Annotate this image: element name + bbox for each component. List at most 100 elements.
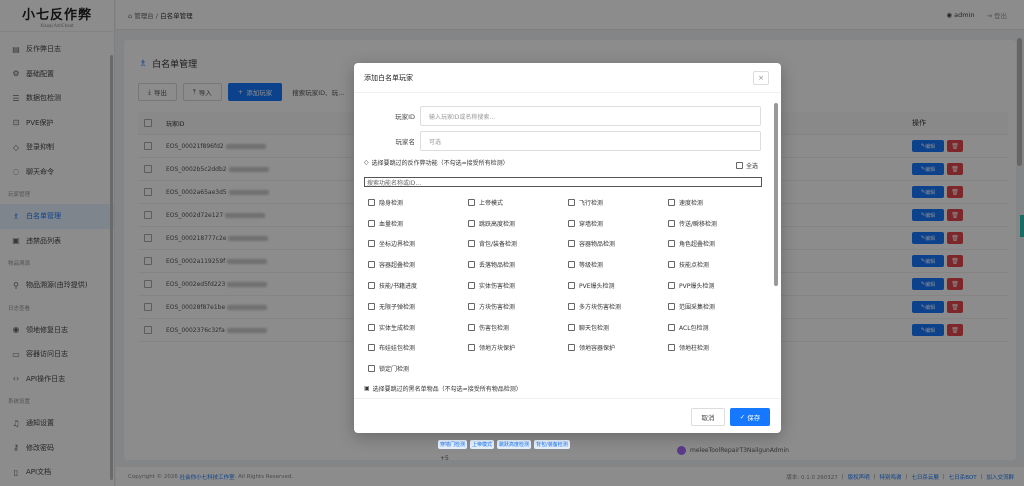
feature-checkbox[interactable] [368,302,375,310]
select-all[interactable]: 全选 [735,161,758,170]
items-label: ▣ 选择要跳过的黑名单物品（不勾选=接受所有物品检测） [364,384,522,393]
feature-option[interactable]: 传送/瞬移检测 [668,213,768,234]
feature-search-input[interactable]: 搜索功能名称或ID... [364,177,762,187]
feature-label: 聊天包检测 [579,324,610,332]
feature-checkbox[interactable] [368,240,375,248]
feature-option[interactable]: 上帝模式 [468,192,568,213]
feature-option[interactable]: 方块伤害检测 [468,296,568,317]
feature-option[interactable]: 血量检测 [368,213,468,234]
feature-option[interactable]: ACL包检测 [668,317,768,338]
feature-checkbox[interactable] [668,261,675,269]
feature-option[interactable]: 布娃娃包检测 [368,338,468,359]
feature-label: 实体生成检测 [379,324,416,332]
feature-option[interactable]: 技能/书籍进度 [368,275,468,296]
feature-checkbox[interactable] [368,282,375,290]
feature-option[interactable]: 领地方块保护 [468,338,568,359]
modal-footer: 取消 ✓ 保存 [354,398,781,433]
feature-checkbox[interactable] [468,261,475,269]
feature-option[interactable]: 技能点检测 [668,254,768,275]
player-name-row: 玩家名 可选 [354,131,781,151]
feature-option[interactable]: 容器超叠检测 [368,254,468,275]
feature-label: 无限子弹检测 [379,303,416,311]
shield-icon: ◇ [364,159,369,166]
feature-label: 实体伤害检测 [479,283,516,291]
feature-option[interactable]: 角色超叠检测 [668,234,768,255]
feature-checkbox[interactable] [668,344,675,352]
feature-option[interactable]: 隐身检测 [368,192,468,213]
feature-checkbox[interactable] [568,219,575,227]
feature-checkbox[interactable] [468,302,475,310]
feature-checkbox[interactable] [368,323,375,331]
player-id-input[interactable]: 输入玩家ID或名称搜索... [420,106,761,126]
feature-option[interactable]: 飞行检测 [568,192,668,213]
feature-label: 方块伤害检测 [479,303,516,311]
feature-checkbox[interactable] [568,198,575,206]
feature-option[interactable]: 跳跃高度检测 [468,213,568,234]
feature-option[interactable]: 穿墙检测 [568,213,668,234]
modal-scrollbar[interactable] [774,103,778,286]
feature-option[interactable]: 速度检测 [668,192,768,213]
row-tags: 穿墙门检测 上帝模式 跳跃高度检测 背包/装备检测 [438,440,570,449]
player-id-label: 玩家ID [395,113,415,121]
feature-checkbox[interactable] [568,282,575,290]
feature-checkbox[interactable] [668,282,675,290]
feature-option[interactable]: 坐标边界检测 [368,234,468,255]
feature-checkbox[interactable] [568,323,575,331]
feature-option[interactable]: PVP爆头检测 [668,275,768,296]
save-button[interactable]: ✓ 保存 [730,408,770,426]
feature-checkbox[interactable] [468,240,475,248]
close-icon[interactable]: × [753,71,769,85]
feature-option[interactable]: 等级检测 [568,254,668,275]
select-all-checkbox[interactable] [735,162,743,169]
feature-option[interactable]: 领地柱检测 [668,338,768,359]
cancel-button[interactable]: 取消 [691,408,725,426]
feature-checkbox[interactable] [568,261,575,269]
feature-option[interactable]: 无限子弹检测 [368,296,468,317]
box-icon: ▣ [364,385,370,392]
feature-checkbox[interactable] [568,240,575,248]
feature-label: PVP爆头检测 [679,283,715,291]
feature-checkbox[interactable] [468,219,475,227]
feature-option[interactable]: 多方块伤害检测 [568,296,668,317]
feature-checkbox[interactable] [468,282,475,290]
feature-checkbox[interactable] [368,344,375,352]
feature-checkbox[interactable] [668,219,675,227]
select-all-label: 全选 [745,163,758,170]
feature-checkbox[interactable] [468,198,475,206]
feature-checkbox[interactable] [668,323,675,331]
feature-checkbox[interactable] [568,344,575,352]
feature-option[interactable]: 聊天包检测 [568,317,668,338]
feature-label: 容器超叠检测 [379,262,416,270]
feature-checkbox[interactable] [468,344,475,352]
feature-option[interactable]: 容器物品检测 [568,234,668,255]
feature-checkbox[interactable] [668,240,675,248]
feature-option[interactable]: PVE爆头检测 [568,275,668,296]
feature-option[interactable]: 伤害包检测 [468,317,568,338]
feature-option[interactable]: 实体伤害检测 [468,275,568,296]
feature-option[interactable]: 背包/装备检测 [468,234,568,255]
feature-label: 领地柱检测 [679,345,710,353]
feature-checkbox[interactable] [368,261,375,269]
feature-label: 速度检测 [679,199,704,207]
feature-option[interactable]: 丢落物品检测 [468,254,568,275]
feature-option[interactable]: 范围采集检测 [668,296,768,317]
feature-option[interactable]: 实体生成检测 [368,317,468,338]
feature-label: PVE爆头检测 [579,283,615,291]
feature-checkbox[interactable] [668,198,675,206]
feature-grid: 隐身检测 上帝模式 飞行检测 速度检测血量检测 跳跃高度检测 穿墙检测 传送/瞬移检测坐标边… [368,192,768,379]
feature-checkbox[interactable] [368,198,375,206]
feature-checkbox[interactable] [568,302,575,310]
feature-checkbox[interactable] [368,219,375,227]
feature-option[interactable]: 领地容器保护 [568,338,668,359]
player-name-input[interactable]: 可选 [420,131,761,151]
feature-checkbox[interactable] [668,302,675,310]
feature-label: 多方块伤害检测 [579,303,622,311]
feature-option[interactable]: 锁定门检测 [368,358,468,379]
feature-label: 伤害包检测 [479,324,510,332]
check-icon: ✓ [739,413,746,421]
features-label-text: 选择要跳过的反作弊功能（不勾选=接受所有检测） [371,160,509,167]
feature-checkbox[interactable] [468,323,475,331]
feature-checkbox[interactable] [368,365,375,373]
feature-label: 锁定门检测 [379,366,410,374]
tag: 上帝模式 [470,440,495,449]
